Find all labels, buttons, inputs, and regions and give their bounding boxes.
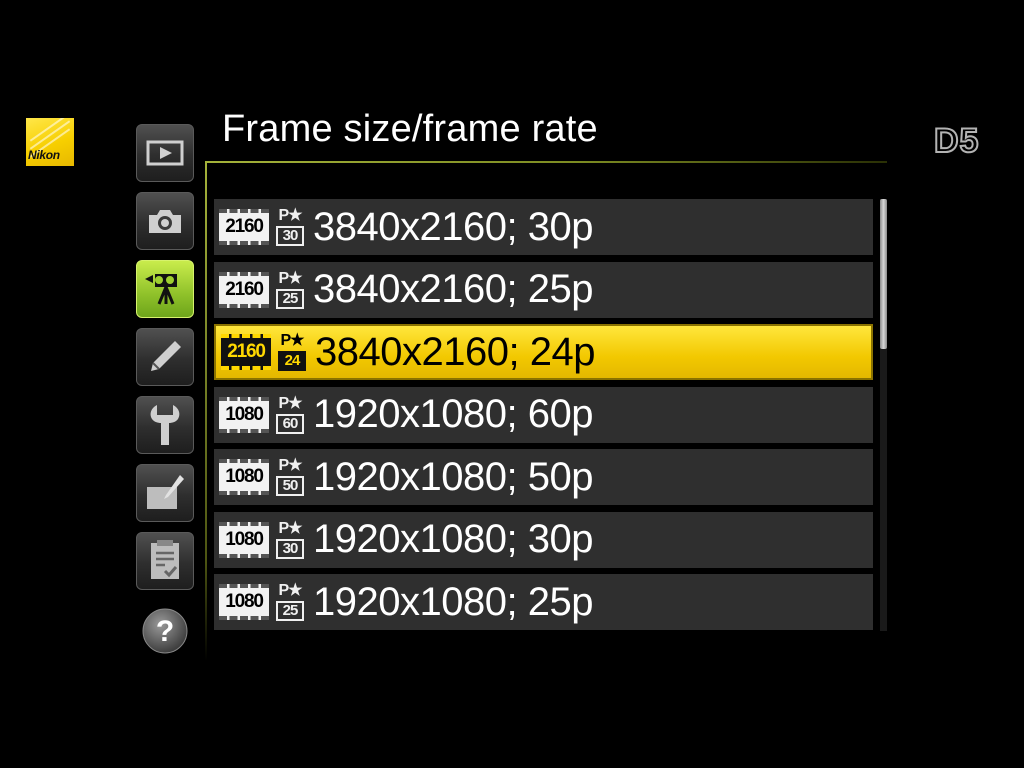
quality-mark: P★ (278, 394, 302, 412)
pencil-icon (151, 341, 181, 371)
playback-icon (146, 140, 184, 166)
panel-edge (205, 161, 207, 661)
tab-photo-shooting[interactable] (136, 192, 194, 250)
quality-mark: P★ (278, 269, 302, 287)
resolution-icon: 1080 (219, 396, 269, 433)
option-label: 3840x2160; 24p (315, 329, 595, 374)
resolution-icon: 2160 (221, 334, 271, 370)
tab-playback[interactable] (136, 124, 194, 182)
quality-mark: P★ (278, 519, 302, 537)
tab-retouch[interactable] (136, 464, 194, 522)
frame-rate-value: 50 (276, 476, 304, 496)
option-label: 1920x1080; 25p (313, 579, 593, 624)
frame-rate-icon: P★ 25 (275, 268, 305, 312)
resolution-value: 1080 (225, 591, 264, 612)
resolution-value: 2160 (225, 278, 264, 300)
resolution-icon: 1080 (219, 521, 269, 558)
frame-rate-icon: P★ 50 (275, 455, 305, 499)
option-row[interactable]: 2160 P★ 24 3840x2160; 24p (214, 324, 873, 380)
tab-movie-shooting[interactable] (136, 260, 194, 318)
frame-rate-value: 24 (278, 351, 306, 371)
quality-mark: P★ (278, 582, 302, 599)
frame-rate-value: 25 (276, 601, 304, 621)
option-label: 1920x1080; 60p (313, 392, 593, 436)
resolution-value: 1080 (225, 528, 264, 550)
resolution-value: 1080 (225, 466, 264, 487)
option-row[interactable]: 2160 P★ 25 3840x2160; 25p (214, 261, 873, 318)
frame-rate-icon: P★ 25 (275, 580, 305, 624)
option-label: 3840x2160; 25p (313, 267, 593, 311)
frame-rate-value: 60 (276, 413, 304, 434)
svg-text:?: ? (156, 615, 174, 648)
option-label: 1920x1080; 50p (313, 454, 593, 499)
camera-icon (149, 210, 181, 233)
option-row[interactable]: 2160 P★ 30 3840x2160; 30p (214, 199, 873, 255)
resolution-value: 2160 (225, 216, 264, 237)
page-title: Frame size/frame rate (222, 108, 598, 150)
option-label: 3840x2160; 30p (313, 204, 593, 249)
resolution-icon: 1080 (219, 584, 269, 620)
movie-camera-icon (145, 274, 177, 305)
quality-mark: P★ (278, 207, 302, 224)
frame-rate-value: 30 (276, 538, 304, 559)
tab-my-menu[interactable] (136, 532, 194, 590)
tab-help[interactable]: ? (136, 602, 194, 660)
retouch-icon (147, 475, 184, 509)
option-row[interactable]: 1080 P★ 25 1920x1080; 25p (214, 574, 873, 630)
quality-mark: P★ (278, 457, 302, 474)
frame-rate-icon: P★ 60 (275, 393, 305, 437)
help-icon: ? (142, 608, 188, 654)
resolution-icon: 2160 (219, 271, 269, 308)
frame-rate-value: 30 (276, 226, 304, 246)
title-divider (205, 161, 887, 163)
frame-rate-value: 25 (276, 288, 304, 309)
option-row[interactable]: 1080 P★ 30 1920x1080; 30p (214, 511, 873, 568)
logo-text: Nikon (28, 148, 60, 162)
option-row[interactable]: 1080 P★ 50 1920x1080; 50p (214, 449, 873, 505)
frame-rate-icon: P★ 30 (275, 205, 305, 249)
frame-rate-icon: P★ 30 (275, 518, 305, 562)
scrollbar-thumb[interactable] (880, 199, 887, 349)
tab-setup[interactable] (136, 396, 194, 454)
frame-rate-icon: P★ 24 (277, 330, 307, 374)
resolution-value: 1080 (225, 403, 264, 425)
resolution-icon: 2160 (219, 209, 269, 245)
resolution-value: 2160 (227, 341, 266, 362)
option-label: 1920x1080; 30p (313, 517, 593, 561)
quality-mark: P★ (280, 332, 304, 349)
camera-model: D5 (933, 121, 980, 161)
scrollbar[interactable] (880, 199, 887, 631)
tab-custom-settings[interactable] (136, 328, 194, 386)
wrench-icon (150, 405, 180, 445)
resolution-icon: 1080 (219, 459, 269, 495)
my-menu-icon (151, 540, 179, 579)
nikon-logo: Nikon (26, 118, 74, 166)
option-row[interactable]: 1080 P★ 60 1920x1080; 60p (214, 386, 873, 443)
